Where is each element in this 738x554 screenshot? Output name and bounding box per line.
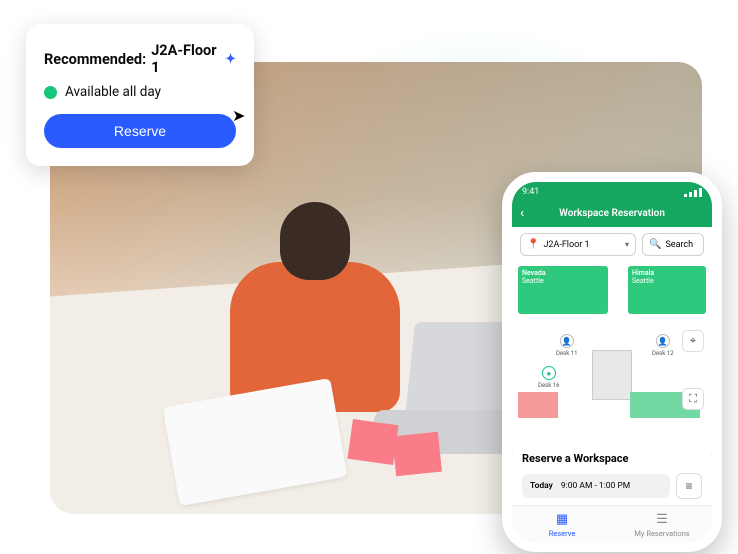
chevron-down-icon: ▾ — [625, 240, 629, 249]
sticky-note — [392, 432, 442, 477]
fullscreen-button[interactable]: ⛶ — [682, 388, 704, 410]
search-icon: 🔍 — [649, 239, 661, 250]
floorplan[interactable]: Nevada Seattle Himala Seattle 👤 Desk 11 … — [512, 262, 712, 453]
recommendation-card: Recommended: J2A-Floor 1 ✦ Available all… — [26, 24, 254, 166]
recommendation-title-prefix: Recommended: — [44, 51, 146, 68]
phone-mockup: 9:41 ‹ Workspace Reservation 📍 J2A-Floor… — [502, 172, 722, 552]
recommendation-title: Recommended: J2A-Floor 1 ✦ — [44, 42, 236, 76]
desk-16-label: Desk 16 — [538, 382, 560, 389]
desk-available-icon: ● — [542, 366, 556, 380]
status-dot-icon — [44, 86, 57, 99]
filter-button[interactable]: ≡ — [676, 473, 702, 499]
room-right[interactable]: Himala Seattle — [628, 266, 706, 314]
search-button[interactable]: 🔍 Search — [642, 233, 704, 256]
reserve-tab-icon: ▦ — [556, 512, 568, 527]
room-left-sub: Seattle — [522, 277, 604, 285]
time-picker-range: 9:00 AM - 1:00 PM — [561, 481, 630, 491]
signal-icon — [684, 188, 702, 197]
phone-header: ‹ Workspace Reservation — [512, 202, 712, 227]
phone-clock: 9:41 — [522, 187, 539, 197]
recommendation-title-value: J2A-Floor 1 — [151, 42, 220, 76]
desk-11-label: Desk 11 — [556, 350, 578, 357]
availability-text: Available all day — [65, 84, 161, 100]
cursor-icon: ➤ — [232, 106, 245, 125]
phone-toolbar: 📍 J2A-Floor 1 ▾ 🔍 Search — [512, 227, 712, 262]
notebook-illustration — [163, 378, 348, 506]
reserve-button[interactable]: Reserve — [44, 114, 236, 148]
sticky-note — [347, 419, 398, 465]
desk-12-label: Desk 12 — [652, 350, 674, 357]
locate-me-button[interactable]: ⌖ — [682, 330, 704, 352]
desk-icon: 👤 — [656, 334, 670, 348]
pin-icon: 📍 — [527, 239, 539, 250]
tab-my-reservations-label: My Reservations — [634, 529, 689, 538]
tab-my-reservations[interactable]: ☰ My Reservations — [612, 506, 712, 542]
room-left-name: Nevada — [522, 269, 604, 277]
search-label: Search — [665, 240, 693, 250]
phone-header-title: Workspace Reservation — [559, 208, 665, 219]
wall-block — [592, 350, 632, 400]
tab-reserve[interactable]: ▦ Reserve — [512, 506, 612, 542]
desk-12[interactable]: 👤 Desk 12 — [652, 334, 674, 357]
room-right-sub: Seattle — [632, 277, 702, 285]
desk-icon: 👤 — [560, 334, 574, 348]
tab-reserve-label: Reserve — [549, 529, 576, 538]
desk-16[interactable]: ● Desk 16 — [538, 366, 560, 389]
back-icon[interactable]: ‹ — [520, 206, 524, 221]
location-picker[interactable]: 📍 J2A-Floor 1 ▾ — [520, 233, 636, 256]
room-left[interactable]: Nevada Seattle — [518, 266, 608, 314]
availability-row: Available all day — [44, 84, 236, 100]
unavailable-space — [518, 392, 558, 418]
location-picker-label: J2A-Floor 1 — [543, 240, 589, 250]
desk-11[interactable]: 👤 Desk 11 — [556, 334, 578, 357]
my-reservations-icon: ☰ — [656, 512, 668, 527]
room-right-name: Himala — [632, 269, 702, 277]
sparkle-icon: ✦ — [225, 52, 236, 67]
time-picker[interactable]: Today 9:00 AM - 1:00 PM — [522, 474, 670, 498]
filter-icon: ≡ — [685, 479, 692, 493]
tab-bar: ▦ Reserve ☰ My Reservations — [512, 505, 712, 542]
reserve-panel-title: Reserve a Workspace — [522, 452, 702, 465]
phone-status-bar: 9:41 — [512, 182, 712, 202]
time-picker-day: Today — [530, 481, 553, 491]
